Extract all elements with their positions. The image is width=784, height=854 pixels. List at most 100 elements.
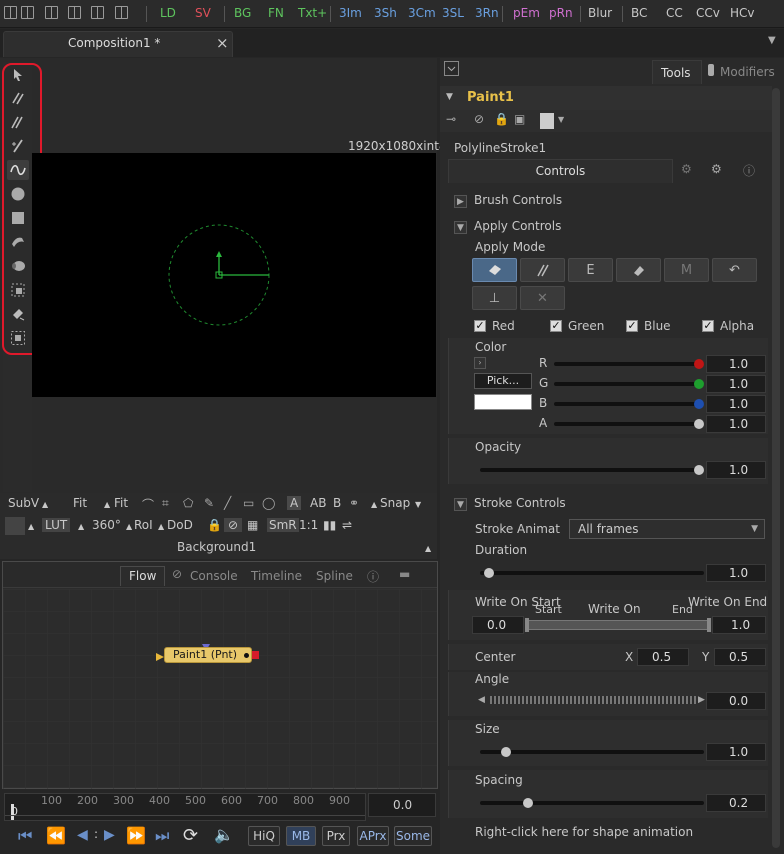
- go-to-end-icon[interactable]: ⏭: [155, 826, 169, 846]
- a-slider-knob[interactable]: [694, 419, 704, 429]
- toolbar-button-fn[interactable]: FN: [268, 6, 284, 20]
- spacing-field[interactable]: 0.2: [706, 794, 766, 812]
- options-icon[interactable]: ⇌: [342, 518, 352, 532]
- fit-menu-icon[interactable]: ▲: [104, 500, 110, 509]
- bezier-icon[interactable]: ⌒: [142, 496, 154, 513]
- channel-ab-button[interactable]: AB: [310, 496, 326, 510]
- toolbar-button-3sl[interactable]: 3SL: [442, 6, 464, 20]
- angle-left-icon[interactable]: ◀: [478, 695, 485, 705]
- reset-icon[interactable]: ▣: [514, 112, 525, 126]
- info-icon[interactable]: ⓘ: [743, 162, 755, 179]
- center-x-field[interactable]: 0.5: [637, 648, 689, 666]
- angle-right-icon[interactable]: ▶: [698, 695, 705, 705]
- r-value-field[interactable]: 1.0: [706, 355, 766, 373]
- write-on-range-slider[interactable]: [525, 618, 711, 632]
- node-output-icon[interactable]: [252, 651, 259, 659]
- toolbar-button-3sh[interactable]: 3Sh: [374, 6, 397, 20]
- g-slider-knob[interactable]: [694, 379, 704, 389]
- audio-icon[interactable]: 🔈: [214, 825, 234, 844]
- spacing-slider[interactable]: [480, 798, 704, 808]
- range-start-handle[interactable]: [525, 618, 529, 632]
- stroke-controls-expander[interactable]: ▼: [454, 498, 467, 511]
- lock-tool-icon[interactable]: 🔒: [494, 112, 509, 126]
- toolbar-button-blur[interactable]: Blur: [588, 6, 612, 20]
- mb-button[interactable]: MB: [286, 826, 316, 846]
- apply-clone-button[interactable]: [520, 258, 565, 282]
- tool-expand-icon[interactable]: ▼: [446, 92, 453, 102]
- toolbar-button-ld[interactable]: LD: [160, 6, 176, 20]
- pencil-icon[interactable]: ✎: [204, 496, 214, 510]
- tab-timeline[interactable]: Timeline: [251, 569, 302, 589]
- pick-button[interactable]: Pick...: [474, 373, 532, 389]
- g-value-field[interactable]: 1.0: [706, 375, 766, 393]
- apply-stamp-button[interactable]: ⊥: [472, 286, 517, 310]
- toolbar-button-prn[interactable]: pRn: [549, 6, 573, 20]
- r-slider[interactable]: [554, 359, 704, 369]
- brush-controls-label[interactable]: Brush Controls: [474, 193, 562, 207]
- toolbar-button-hcv[interactable]: HCv: [730, 6, 755, 20]
- tab-flow[interactable]: Flow: [120, 566, 166, 586]
- color-menu-icon[interactable]: ▼: [558, 115, 564, 124]
- lut-menu-icon[interactable]: ▲: [78, 522, 84, 531]
- play-reverse-icon[interactable]: ◀: [77, 827, 88, 843]
- checker-icon[interactable]: ▦: [247, 518, 258, 532]
- step-back-icon[interactable]: ⏪: [46, 826, 66, 845]
- prx-button[interactable]: Prx: [322, 826, 350, 846]
- gear-icon[interactable]: ⚙: [711, 162, 722, 176]
- g-slider[interactable]: [554, 379, 704, 389]
- aprx-button[interactable]: APrx: [357, 826, 389, 846]
- toolbar-button-3rn[interactable]: 3Rn: [475, 6, 499, 20]
- toolbar-button-3im[interactable]: 3Im: [339, 6, 362, 20]
- red-checkbox[interactable]: ✓: [474, 320, 486, 332]
- loop-icon[interactable]: ⟳: [183, 825, 198, 846]
- apply-wire-button[interactable]: ✕: [520, 286, 565, 310]
- b-value-field[interactable]: 1.0: [706, 395, 766, 413]
- polygon-icon[interactable]: ⬠: [183, 496, 193, 510]
- angle-field[interactable]: 0.0: [706, 692, 766, 710]
- snap-dropdown-icon[interactable]: ▼: [415, 500, 421, 509]
- apply-controls-label[interactable]: Apply Controls: [474, 219, 561, 233]
- rotation-button[interactable]: 360°: [92, 518, 121, 532]
- b-slider-knob[interactable]: [694, 399, 704, 409]
- toolbar-button-sv[interactable]: SV: [195, 6, 211, 20]
- step-forward-icon[interactable]: ⏩: [126, 826, 146, 845]
- layout-icon[interactable]: [4, 6, 17, 19]
- apply-controls-expander[interactable]: ▼: [454, 221, 467, 234]
- subview-menu-icon[interactable]: ▲: [42, 500, 48, 509]
- rectangle-mask-icon[interactable]: ▭: [243, 496, 254, 510]
- flow-grid[interactable]: [3, 589, 437, 789]
- layout-icon[interactable]: [68, 6, 81, 19]
- size-slider[interactable]: [480, 747, 704, 757]
- apply-merge-button[interactable]: M: [664, 258, 709, 282]
- size-field[interactable]: 1.0: [706, 743, 766, 761]
- collapse-icon[interactable]: ▲: [425, 544, 431, 553]
- layout-icon[interactable]: [91, 6, 104, 19]
- node-input-icon[interactable]: [156, 650, 164, 661]
- color-expand-icon[interactable]: ›: [474, 357, 486, 369]
- go-to-start-icon[interactable]: ⏮: [18, 826, 32, 846]
- stroke-controls-label[interactable]: Stroke Controls: [474, 496, 566, 510]
- lock-icon[interactable]: 🔒: [207, 518, 222, 532]
- toolbar-button-pem[interactable]: pEm: [513, 6, 540, 20]
- opacity-slider[interactable]: [480, 465, 704, 475]
- snap-button[interactable]: Snap: [380, 496, 410, 510]
- inspector-scrollbar[interactable]: [772, 88, 780, 848]
- settings-disabled-icon[interactable]: ⚙: [681, 162, 692, 176]
- time-ruler[interactable]: 0 100 200 300 400 500 600 700 800 900: [4, 793, 366, 821]
- panel-collapse-icon[interactable]: [444, 61, 459, 76]
- opacity-field[interactable]: 1.0: [706, 461, 766, 479]
- channel-a-button[interactable]: A: [287, 496, 302, 510]
- apply-smear-button[interactable]: ↶: [712, 258, 757, 282]
- duration-field[interactable]: 1.0: [706, 564, 766, 582]
- circle-shape-overlay[interactable]: [32, 153, 436, 397]
- tab-tools[interactable]: Tools: [652, 60, 702, 84]
- layout-icon[interactable]: [115, 6, 128, 19]
- center-y-field[interactable]: 0.5: [714, 648, 766, 666]
- tab-menu-icon[interactable]: ▼: [768, 35, 776, 46]
- disable-icon[interactable]: ⊘: [474, 112, 484, 126]
- fit-button-2[interactable]: Fit: [114, 496, 128, 510]
- playhead[interactable]: [11, 804, 14, 820]
- a-slider[interactable]: [554, 419, 704, 429]
- r-slider-knob[interactable]: [694, 359, 704, 369]
- play-icon[interactable]: ▶: [104, 827, 115, 843]
